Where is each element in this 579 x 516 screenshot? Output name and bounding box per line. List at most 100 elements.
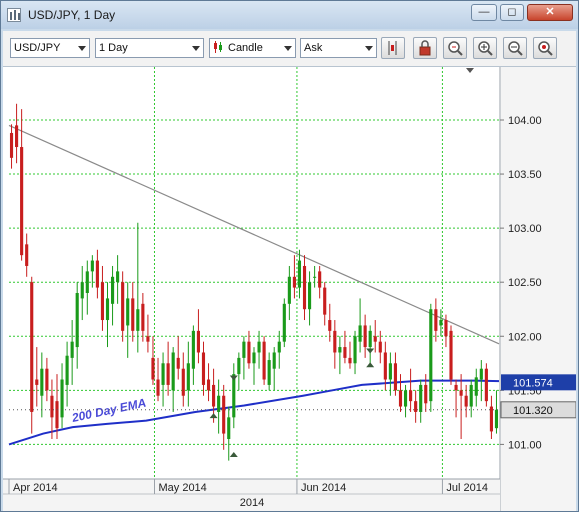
- candle-body: [196, 330, 200, 353]
- period-select[interactable]: 1 Day: [95, 38, 204, 58]
- lock-icon: [419, 40, 431, 56]
- candle-body: [409, 390, 413, 402]
- candle-body: [328, 320, 332, 331]
- candle: [429, 303, 433, 412]
- zoom-in-button[interactable]: [473, 37, 497, 59]
- candle-body: [383, 352, 387, 380]
- candle-body: [454, 384, 458, 391]
- candle-body: [358, 325, 362, 342]
- candle-body: [464, 395, 468, 407]
- candle-body: [489, 406, 493, 432]
- candle-body: [222, 395, 226, 434]
- candle-body: [419, 384, 423, 412]
- candle-body: [338, 347, 342, 353]
- candle-body: [282, 303, 286, 342]
- x-year-label: 2014: [240, 497, 264, 509]
- candle-body: [146, 336, 150, 342]
- candle-body: [232, 374, 236, 418]
- price-side-select[interactable]: Ask: [300, 38, 377, 58]
- zoom-reset-button[interactable]: [533, 37, 557, 59]
- candle-body: [151, 357, 155, 380]
- candle-body: [70, 341, 74, 358]
- candle-body: [30, 282, 34, 412]
- restore-button[interactable]: ◻: [500, 4, 524, 21]
- candle-body: [262, 341, 266, 380]
- period-separator-button[interactable]: [381, 37, 405, 59]
- symbol-select[interactable]: USD/JPY: [10, 38, 90, 58]
- candle-body: [121, 282, 125, 331]
- candle: [262, 336, 266, 385]
- lock-button[interactable]: [413, 37, 437, 59]
- candle-body: [257, 341, 261, 353]
- zoom-out-button[interactable]: [503, 37, 527, 59]
- candle-body: [110, 276, 115, 304]
- candle-body: [297, 260, 302, 288]
- candle-body: [424, 384, 428, 404]
- candle-body: [166, 363, 170, 385]
- candle-body: [55, 401, 59, 429]
- candle-body: [378, 341, 382, 353]
- candle-body: [449, 330, 453, 380]
- candle-body: [181, 368, 185, 396]
- candle-body: [126, 298, 130, 326]
- price-side-value: Ask: [304, 42, 323, 54]
- minimize-button[interactable]: —: [471, 4, 497, 21]
- candle-body: [469, 384, 473, 407]
- candle-body: [353, 336, 357, 364]
- candle-body: [403, 390, 408, 407]
- chart-type-select[interactable]: Candle: [209, 38, 296, 58]
- current-price-label: 101.320: [513, 405, 553, 417]
- candle-body: [302, 265, 307, 310]
- candle: [484, 363, 488, 407]
- candle-body: [237, 357, 241, 375]
- y-tick-label: 102.00: [508, 331, 542, 343]
- candle: [30, 276, 34, 434]
- close-button[interactable]: ✕: [527, 4, 573, 21]
- candle-body: [363, 325, 367, 348]
- candle-body: [242, 341, 246, 358]
- candle-body: [494, 409, 499, 429]
- x-tick-label: Apr 2014: [13, 482, 58, 494]
- chart-toolbar: USD/JPY 1 Day Candle Ask: [3, 31, 576, 67]
- period-separator-icon: [388, 41, 397, 55]
- candle-body: [212, 384, 216, 407]
- candle-body: [35, 379, 39, 385]
- candle-body: [479, 368, 483, 380]
- candle-body: [9, 132, 14, 158]
- x-tick-label: May 2014: [158, 482, 206, 494]
- x-tick-label: Jun 2014: [301, 482, 346, 494]
- period-select-value: 1 Day: [99, 42, 128, 54]
- candle-body: [136, 309, 140, 331]
- candle-body: [15, 125, 19, 148]
- candle-body: [277, 341, 281, 353]
- window-title: USD/JPY, 1 Day: [28, 8, 116, 22]
- candle-body: [141, 303, 145, 331]
- chart-type-value: Candle: [228, 42, 263, 54]
- candle-body: [176, 357, 180, 369]
- chart-window: USD/JPY, 1 Day — ◻ ✕ USD/JPY 1 Day Candl…: [0, 0, 579, 512]
- candle-body: [343, 347, 347, 358]
- candle-body: [388, 363, 392, 380]
- candle-body: [20, 147, 24, 256]
- chart-area[interactable]: 200 Day EMA 104.00 103.50 103.00 102.50 102.…: [3, 67, 577, 511]
- candle-body: [161, 363, 165, 385]
- candle-body: [398, 390, 403, 407]
- candle-body: [444, 320, 448, 337]
- candle-body: [267, 360, 271, 385]
- candle-body: [333, 330, 337, 353]
- candle-body: [484, 368, 488, 402]
- zoom-in-icon: [478, 41, 493, 56]
- chevron-down-icon: [284, 46, 292, 51]
- candle-body: [368, 330, 372, 348]
- symbol-select-value: USD/JPY: [14, 42, 61, 54]
- candlestick-chart[interactable]: 200 Day EMA 104.00103.50103.00102.50102.…: [3, 67, 577, 511]
- candle-body: [429, 309, 433, 402]
- candle: [449, 325, 453, 385]
- zoom-out-icon: [508, 41, 523, 56]
- candle-body: [171, 352, 175, 391]
- candle-body: [131, 298, 135, 331]
- title-bar[interactable]: USD/JPY, 1 Day — ◻ ✕: [1, 1, 578, 29]
- candle-body: [272, 352, 276, 369]
- candle-body: [287, 276, 291, 304]
- zoom-fit-button[interactable]: [443, 37, 467, 59]
